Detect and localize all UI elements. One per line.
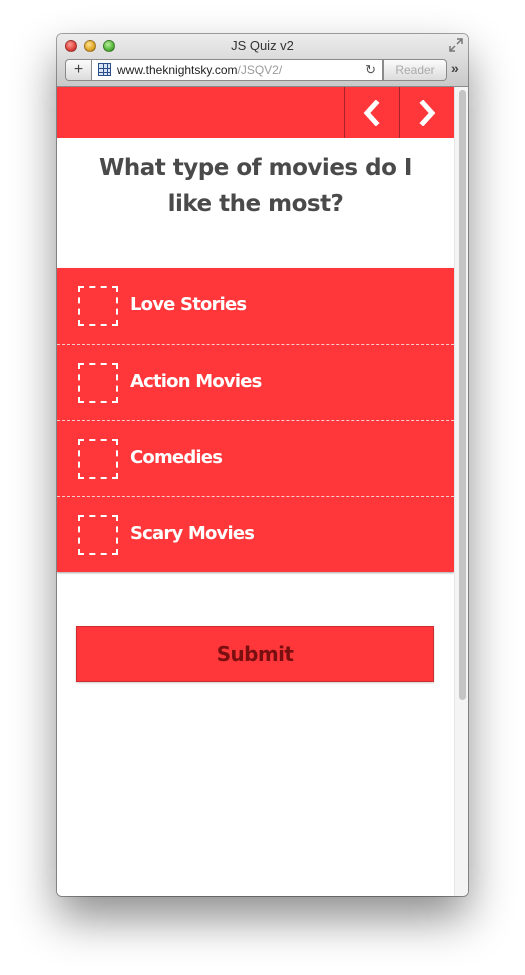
quiz-header [57,87,454,138]
answer-label: Love Stories [130,294,247,315]
url-path: /JSQV2/ [237,63,283,77]
answer-label: Scary Movies [130,523,255,544]
checkbox-empty-icon[interactable] [78,286,118,326]
chevron-left-icon [363,99,380,126]
browser-chrome: JS Quiz v2 + www.theknightsky.com/JSQV2/… [57,34,468,87]
toolbar-overflow-icon[interactable]: » [451,60,459,76]
address-bar[interactable]: www.theknightsky.com/JSQV2/ ↻ [91,59,383,81]
reader-button[interactable]: Reader [383,59,447,81]
chevron-right-icon [418,99,435,126]
page-content: What type of movies do I like the most? … [57,87,454,896]
answer-list: Love Stories Action Movies Comedies Scar… [57,268,454,572]
answer-option-love-stories[interactable]: Love Stories [57,268,454,344]
checkbox-empty-icon[interactable] [78,515,118,555]
answer-option-action-movies[interactable]: Action Movies [57,344,454,420]
answer-option-scary-movies[interactable]: Scary Movies [57,496,454,572]
url-domain: www.theknightsky.com [117,63,238,77]
checkbox-empty-icon[interactable] [78,439,118,479]
scrollbar-thumb[interactable] [459,90,466,700]
next-question-button[interactable] [399,87,453,138]
answer-label: Comedies [130,447,223,468]
site-favicon-icon [98,63,111,76]
answer-label: Action Movies [130,371,262,392]
previous-question-button[interactable] [344,87,398,138]
window-title: JS Quiz v2 [231,38,294,53]
question-text: What type of movies do I like the most? [99,155,412,217]
submit-button[interactable]: Submit [76,626,434,682]
answer-option-comedies[interactable]: Comedies [57,420,454,496]
add-bookmark-button[interactable]: + [65,59,91,81]
reload-icon[interactable]: ↻ [365,63,376,77]
fullscreen-icon[interactable] [449,38,463,52]
browser-window: JS Quiz v2 + www.theknightsky.com/JSQV2/… [57,34,468,896]
browser-toolbar: + www.theknightsky.com/JSQV2/ ↻ Reader » [65,59,468,81]
checkbox-empty-icon[interactable] [78,363,118,403]
url-text: www.theknightsky.com/JSQV2/ [117,63,282,77]
